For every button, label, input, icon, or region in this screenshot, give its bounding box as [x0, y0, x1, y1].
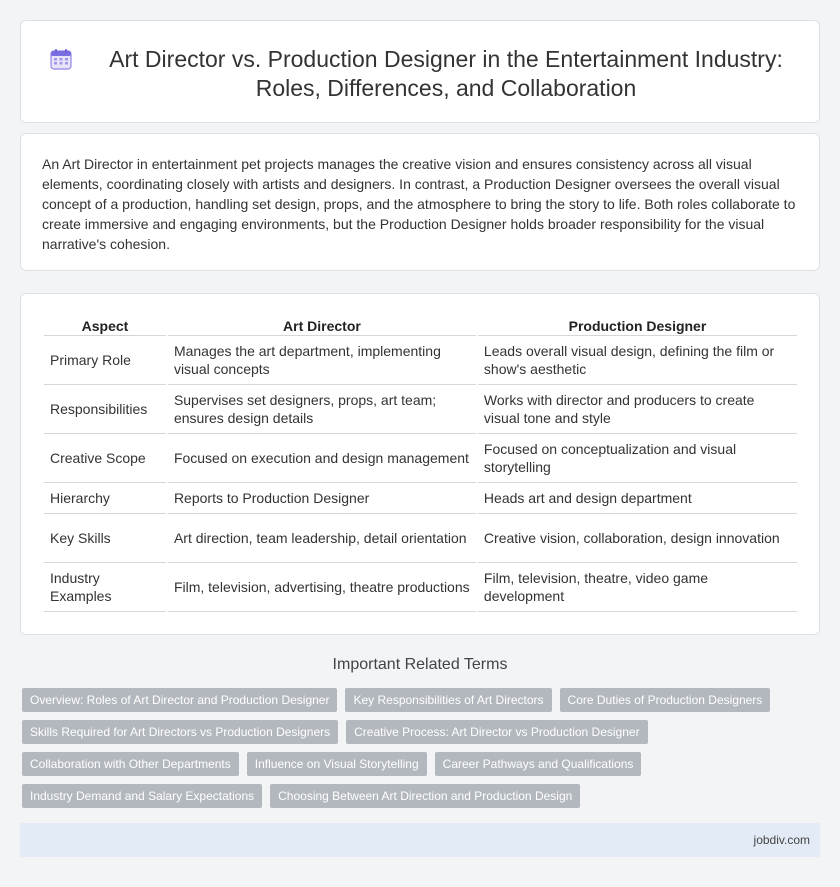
cell-aspect: Key Skills: [44, 514, 166, 563]
table-row: Hierarchy Reports to Production Designer…: [44, 483, 797, 514]
cell-art-director: Art direction, team leadership, detail o…: [167, 514, 476, 563]
comparison-card: Aspect Art Director Production Designer …: [20, 293, 820, 635]
cell-aspect: Creative Scope: [44, 434, 166, 483]
header-art-director: Art Director: [167, 314, 476, 336]
related-terms-list: Overview: Roles of Art Director and Prod…: [22, 688, 822, 816]
related-term-tag[interactable]: Collaboration with Other Departments: [22, 752, 239, 776]
related-term-tag[interactable]: Choosing Between Art Direction and Produ…: [270, 784, 581, 808]
page-title: Art Director vs. Production Designer in …: [109, 46, 783, 101]
cell-production-designer: Film, television, theatre, video game de…: [477, 563, 797, 612]
related-term-tag[interactable]: Creative Process: Art Director vs Produc…: [346, 720, 648, 744]
table-header-row: Aspect Art Director Production Designer: [44, 314, 797, 336]
related-term-tag[interactable]: Skills Required for Art Directors vs Pro…: [22, 720, 339, 744]
table-row: Primary Role Manages the art department,…: [44, 336, 797, 385]
cell-production-designer: Focused on conceptualization and visual …: [477, 434, 797, 483]
tag-row: Collaboration with Other Departments Inf…: [22, 752, 822, 776]
comparison-table: Aspect Art Director Production Designer …: [42, 314, 799, 612]
table-row: Responsibilities Supervises set designer…: [44, 385, 797, 434]
intro-card: An Art Director in entertainment pet pro…: [20, 133, 820, 271]
cell-aspect: Hierarchy: [44, 483, 166, 514]
cell-art-director: Manages the art department, implementing…: [167, 336, 476, 385]
related-terms-heading: Important Related Terms: [332, 656, 508, 673]
cell-art-director: Reports to Production Designer: [167, 483, 476, 514]
tag-row: Overview: Roles of Art Director and Prod…: [22, 688, 822, 712]
table-row: Key Skills Art direction, team leadershi…: [44, 514, 797, 563]
related-term-tag[interactable]: Core Duties of Production Designers: [559, 688, 771, 712]
cell-art-director: Focused on execution and design manageme…: [167, 434, 476, 483]
related-term-tag[interactable]: Key Responsibilities of Art Directors: [345, 688, 552, 712]
footer: jobdiv.com: [20, 823, 820, 857]
cell-production-designer: Leads overall visual design, defining th…: [477, 336, 797, 385]
table-row: Creative Scope Focused on execution and …: [44, 434, 797, 483]
cell-art-director: Supervises set designers, props, art tea…: [167, 385, 476, 434]
title-card: Art Director vs. Production Designer in …: [20, 20, 820, 123]
related-term-tag[interactable]: Industry Demand and Salary Expectations: [22, 784, 263, 808]
intro-paragraph: An Art Director in entertainment pet pro…: [42, 156, 796, 252]
cell-aspect: Industry Examples: [44, 563, 166, 612]
cell-art-director: Film, television, advertising, theatre p…: [167, 563, 476, 612]
tag-row: Industry Demand and Salary Expectations …: [22, 784, 822, 808]
footer-site-link[interactable]: jobdiv.com: [754, 833, 810, 847]
cell-production-designer: Creative vision, collaboration, design i…: [477, 514, 797, 563]
related-term-tag[interactable]: Overview: Roles of Art Director and Prod…: [22, 688, 338, 712]
header-production-designer: Production Designer: [477, 314, 797, 336]
related-term-tag[interactable]: Influence on Visual Storytelling: [246, 752, 427, 776]
tag-row: Skills Required for Art Directors vs Pro…: [22, 720, 822, 744]
cell-aspect: Primary Role: [44, 336, 166, 385]
cell-production-designer: Works with director and producers to cre…: [477, 385, 797, 434]
cell-aspect: Responsibilities: [44, 385, 166, 434]
header-aspect: Aspect: [44, 314, 166, 336]
table-row: Industry Examples Film, television, adve…: [44, 563, 797, 612]
related-term-tag[interactable]: Career Pathways and Qualifications: [434, 752, 642, 776]
cell-production-designer: Heads art and design department: [477, 483, 797, 514]
